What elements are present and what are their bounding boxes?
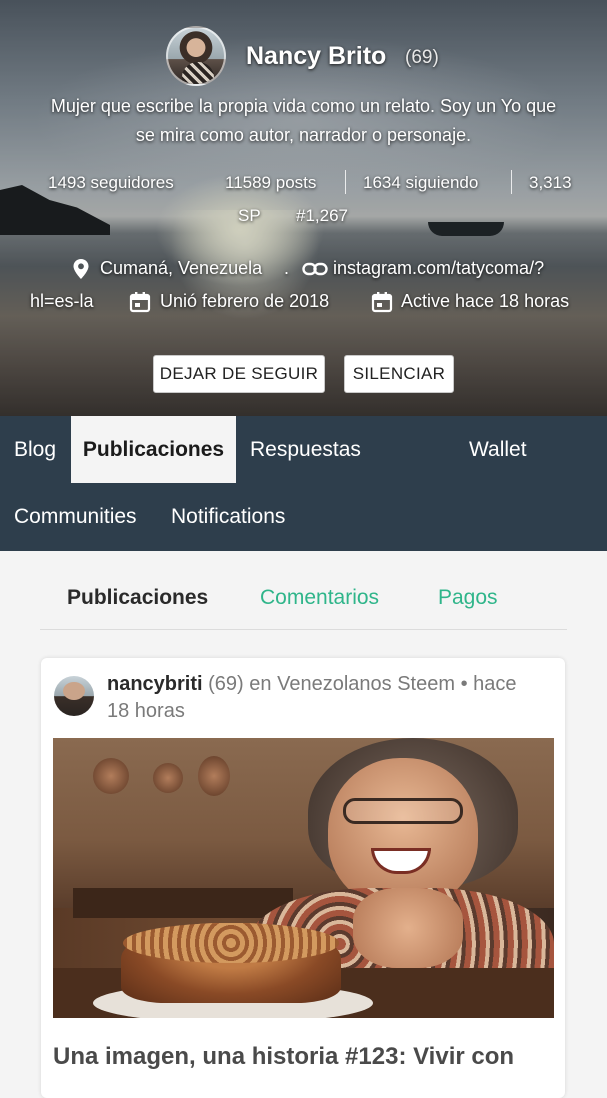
tab-communities[interactable]: Communities [14,483,137,550]
location-pin-icon [71,259,91,279]
post-title[interactable]: Una imagen, una historia #123: Vivir con [53,1043,563,1071]
profile-last-active: Active hace 18 horas [401,291,570,311]
image-woman-glasses [343,798,463,824]
subtab-publicaciones[interactable]: Publicaciones [67,584,208,612]
post-in-label: en [249,673,272,695]
image-decor-plate [153,763,183,793]
profile-avatar[interactable] [166,26,226,86]
post-meta: nancybriti (69) en Venezolanos Steem • h… [107,671,547,725]
followers-count[interactable]: 1493 seguidores [48,173,174,193]
profile-website-link-continued[interactable]: hl=es-la [30,291,94,312]
tab-respuestas[interactable]: Respuestas [250,416,361,483]
sp-value: 3,313 [529,173,572,192]
tab-publicaciones[interactable]: Publicaciones [71,416,236,483]
post-author-reputation: (69) [208,673,244,695]
profile-name: Nancy Brito [246,42,387,70]
tab-notifications[interactable]: Notifications [171,483,285,550]
image-woman-face [328,758,478,908]
subtab-comentarios[interactable]: Comentarios [260,584,379,612]
mute-button[interactable]: SILENCIAR [344,355,454,393]
sp-label: SP [238,206,261,225]
profile-reputation: (69) [405,47,439,68]
image-woman-hands [353,888,463,968]
stat-divider [345,170,346,194]
subtab-pagos[interactable]: Pagos [438,584,498,612]
image-shelf [73,888,293,918]
stat-divider [511,170,512,194]
author-avatar[interactable] [54,676,94,716]
following-count[interactable]: 1634 siguiendo [363,173,478,193]
calendar-icon [371,291,393,313]
calendar-icon [129,291,151,313]
subtab-divider [40,629,567,630]
meta-separator: . [284,258,290,278]
post-time-continued: 18 horas [107,700,185,722]
tab-wallet[interactable]: Wallet [469,416,527,483]
post-community[interactable]: Venezolanos Steem [277,673,455,695]
profile-bio-line-1: Mujer que escribe la propia vida como un… [50,96,557,116]
image-decor-plate [93,758,129,794]
profile-website-link[interactable]: instagram.com/tatycoma/? [333,258,544,279]
post-thumbnail-image[interactable] [53,738,554,1018]
profile-joined: Unió febrero de 2018 [160,291,330,311]
image-decor-plate [198,756,230,796]
image-cake-top [123,923,339,963]
link-icon [302,259,328,279]
tab-blog[interactable]: Blog [14,416,56,483]
unfollow-button[interactable]: DEJAR DE SEGUIR [153,355,325,393]
profile-location: Cumaná, Venezuela [100,258,263,278]
profile-tab-bar: Blog Publicaciones Respuestas Wallet Com… [0,416,607,551]
profile-bio: Mujer que escribe la propia vida como un… [10,92,597,150]
post-author[interactable]: nancybriti [107,673,203,695]
profile-bio-line-2: se mira como autor, narrador o personaje… [135,125,472,145]
profile-rank: #1,267 [296,206,348,225]
post-meta-bullet: • [460,673,468,695]
post-time: hace [473,673,517,695]
posts-count: 11589 posts [225,173,317,192]
